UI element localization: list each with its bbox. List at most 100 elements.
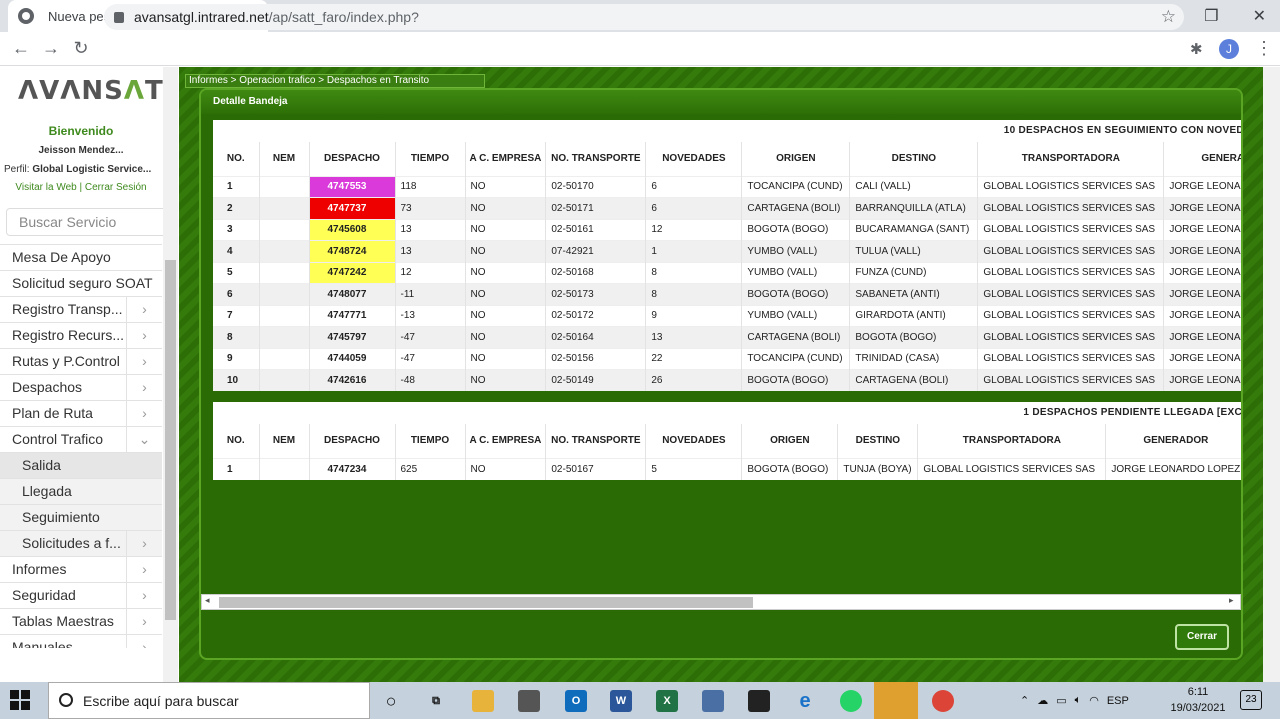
store-icon[interactable] xyxy=(518,690,540,712)
sidebar-item-solicitud-soat[interactable]: Solicitud seguro SOAT xyxy=(0,270,162,296)
url-input[interactable]: avansatgl.intrared.net/ap/satt_faro/inde… xyxy=(104,4,1184,30)
extensions-icon[interactable]: ✱ xyxy=(1190,40,1203,58)
language-indicator[interactable]: ESP xyxy=(1107,695,1129,707)
chevron-right-icon[interactable]: › xyxy=(126,557,162,582)
table1-caption[interactable]: 10 DESPACHOS EN SEGUIMIENTO CON NOVEDAD xyxy=(213,120,1241,142)
table-cell[interactable]: 4742616 xyxy=(309,369,396,391)
cloud-icon[interactable]: ☁ xyxy=(1037,694,1048,707)
chevron-right-icon[interactable]: › xyxy=(126,297,162,322)
table-row[interactable]: 7 4747771 -13 NO 02-50172 9 YUMBO (VALL) GIRARD… xyxy=(213,304,1241,327)
task-view-icon[interactable]: ⧉ xyxy=(425,690,447,712)
table-cell[interactable]: 4745797 xyxy=(309,326,396,348)
sidebar-item-plan-de-ruta[interactable]: Plan de Ruta › xyxy=(0,400,162,426)
notification-icon[interactable]: 23 xyxy=(1240,690,1262,710)
table-cell[interactable]: 4748724 xyxy=(309,240,396,262)
maximize-button[interactable]: ❐ xyxy=(1204,6,1218,26)
column-header: A C. EMPRESA xyxy=(465,424,547,458)
app-icon[interactable] xyxy=(748,690,770,712)
table-cell[interactable]: 4747737 xyxy=(309,197,396,219)
table-cell[interactable]: 4745608 xyxy=(309,218,396,241)
volume-icon[interactable]: 🔈︎ xyxy=(1075,694,1082,707)
sidebar-item-tablas-maestras[interactable]: Tablas Maestras › xyxy=(0,608,162,634)
sidebar-item-seguimiento[interactable]: Seguimiento xyxy=(0,504,162,530)
sidebar-item-solicitudes[interactable]: Solicitudes a f... › xyxy=(0,530,162,556)
horizontal-scroll-thumb[interactable] xyxy=(219,597,753,608)
table-row[interactable]: 1 4747234 625 NO 02-50167 5 BOGOTA (BOGO) TUNJA… xyxy=(213,457,1241,480)
search-service-input[interactable]: Buscar Servicio xyxy=(6,208,169,236)
reload-button[interactable]: ↻ xyxy=(66,38,96,59)
file-explorer-icon[interactable] xyxy=(472,690,494,712)
sidebar-item-registro-recurs[interactable]: Registro Recurs... › xyxy=(0,322,162,348)
word-icon[interactable]: W xyxy=(610,690,632,712)
chevron-right-icon[interactable]: › xyxy=(126,583,162,608)
table-cell: JORGE LEONARDO LOPEZ xyxy=(1163,261,1241,284)
cortana-icon[interactable]: ○ xyxy=(380,690,402,712)
table-row[interactable]: 3 4745608 13 NO 02-50161 12 BOGOTA (BOGO) BUCAR… xyxy=(213,218,1241,241)
chevron-right-icon[interactable]: › xyxy=(126,635,162,648)
table-row[interactable]: 1 4747553 118 NO 02-50170 6 TOCANCIPA (CUND) CA… xyxy=(213,175,1241,198)
table-row[interactable]: 8 4745797 -47 NO 02-50164 13 CARTAGENA (BOLI) B… xyxy=(213,326,1241,348)
scroll-left-arrow-icon[interactable]: ◂ xyxy=(205,595,210,606)
table-cell[interactable]: 4747234 xyxy=(309,457,396,480)
table2-caption[interactable]: 1 DESPACHOS PENDIENTE LLEGADA [EXCEL] xyxy=(213,402,1241,424)
sidebar-item-manuales[interactable]: Manuales › xyxy=(0,634,162,648)
table-row[interactable]: 4 4748724 13 NO 07-42921 1 YUMBO (VALL) TULUA (… xyxy=(213,240,1241,262)
wifi-icon[interactable]: ◠ xyxy=(1089,694,1099,707)
sidebar-item-seguridad[interactable]: Seguridad › xyxy=(0,582,162,608)
sticky-notes-icon[interactable] xyxy=(874,682,918,719)
sidebar-item-despachos[interactable]: Despachos › xyxy=(0,374,162,400)
chevron-right-icon[interactable]: › xyxy=(126,609,162,634)
table-cell[interactable]: 4747553 xyxy=(309,175,396,198)
forward-button[interactable]: → xyxy=(36,38,66,59)
table-cell[interactable]: 4744059 xyxy=(309,347,396,370)
main-scrollbar[interactable] xyxy=(1263,67,1280,682)
chevron-right-icon[interactable]: › xyxy=(126,323,162,348)
sidebar-item-informes[interactable]: Informes › xyxy=(0,556,162,582)
table-row[interactable]: 9 4744059 -47 NO 02-50156 22 TOCANCIPA (CUND) T… xyxy=(213,347,1241,370)
sidebar-item-control-trafico[interactable]: Control Trafico ⌄ xyxy=(0,426,162,452)
table-cell: CALI (VALL) xyxy=(849,175,979,198)
clock[interactable]: 6:11 19/03/2021 xyxy=(1168,684,1228,716)
sidebar-item-mesa-de-apoyo[interactable]: Mesa De Apoyo xyxy=(0,244,162,270)
battery-icon[interactable]: ▭ xyxy=(1056,694,1066,707)
breadcrumb: Informes > Operacion trafico > Despachos… xyxy=(185,74,485,88)
table-cell[interactable]: 4747771 xyxy=(309,304,396,327)
close-window-button[interactable]: ✕ xyxy=(1253,6,1266,26)
table-cell[interactable]: 4748077 xyxy=(309,283,396,305)
sidebar-item-llegada[interactable]: Llegada xyxy=(0,478,162,504)
perfil-value: Global Logistic Service... xyxy=(32,164,152,175)
profile-avatar[interactable]: J xyxy=(1219,39,1239,59)
chevron-right-icon[interactable]: › xyxy=(126,349,162,374)
table-row[interactable]: 10 4742616 -48 NO 02-50149 26 BOGOTA (BOGO) CAR… xyxy=(213,369,1241,391)
chevron-down-icon[interactable]: ⌄ xyxy=(126,427,162,452)
table-cell: JORGE LEONARDO LOPEZ xyxy=(1163,283,1241,305)
taskbar-search-input[interactable]: Escribe aquí para buscar xyxy=(48,682,370,719)
visit-web-link[interactable]: Visitar la Web xyxy=(15,182,76,193)
edge-icon[interactable]: e xyxy=(794,690,816,712)
browser-menu-icon[interactable]: ⋮ xyxy=(1255,38,1273,59)
cerrar-button[interactable]: Cerrar xyxy=(1175,624,1229,650)
table-row[interactable]: 2 4747737 73 NO 02-50171 6 CARTAGENA (BOLI) BAR… xyxy=(213,197,1241,219)
windows-start-icon[interactable] xyxy=(10,690,32,712)
sidebar-item-registro-transp[interactable]: Registro Transp... › xyxy=(0,296,162,322)
sidebar-item-salida[interactable]: Salida xyxy=(0,452,162,478)
sidebar-scroll-thumb[interactable] xyxy=(165,260,176,620)
bookmark-star-icon[interactable]: ☆ xyxy=(1161,7,1176,27)
sidebar-item-rutas[interactable]: Rutas y P.Control › xyxy=(0,348,162,374)
chevron-right-icon[interactable]: › xyxy=(126,401,162,426)
outlook-icon[interactable]: O xyxy=(565,690,587,712)
scroll-right-arrow-icon[interactable]: ▸ xyxy=(1229,595,1234,606)
chevron-right-icon[interactable]: › xyxy=(126,375,162,400)
excel-icon[interactable]: X xyxy=(656,690,678,712)
remote-desktop-icon[interactable] xyxy=(702,690,724,712)
table-row[interactable]: 6 4748077 -11 NO 02-50173 8 BOGOTA (BOGO) SABAN… xyxy=(213,283,1241,305)
chrome-icon[interactable] xyxy=(932,690,954,712)
table-cell: 5 xyxy=(213,261,260,284)
chevron-right-icon[interactable]: › xyxy=(126,531,162,556)
table-row[interactable]: 5 4747242 12 NO 02-50168 8 YUMBO (VALL) FUNZA (… xyxy=(213,261,1241,284)
back-button[interactable]: ← xyxy=(6,38,36,59)
logout-link[interactable]: Cerrar Sesión xyxy=(85,182,147,193)
chevron-up-icon[interactable]: ⌃ xyxy=(1020,694,1029,707)
table-cell[interactable]: 4747242 xyxy=(309,261,396,284)
whatsapp-icon[interactable] xyxy=(840,690,862,712)
